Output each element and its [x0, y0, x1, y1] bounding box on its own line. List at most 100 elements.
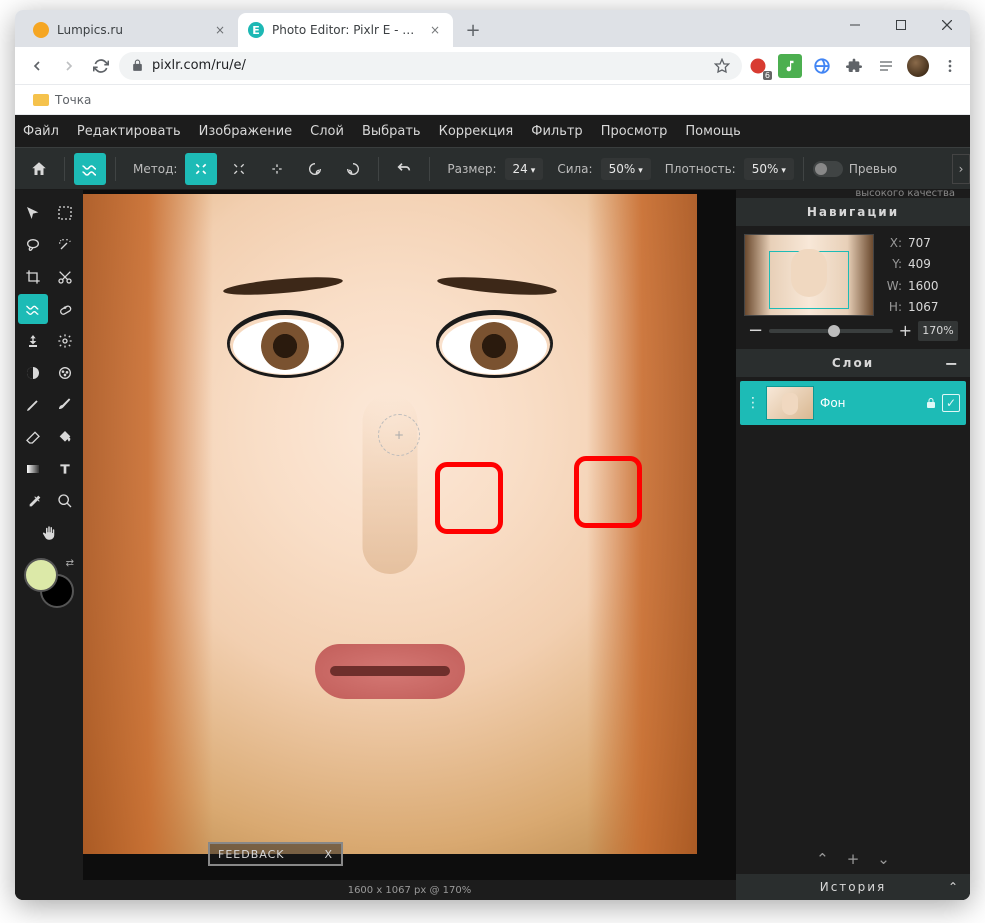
expand-icon[interactable]: ⌃ — [948, 880, 960, 894]
menu-file[interactable]: Файл — [23, 124, 59, 139]
tool-marquee[interactable] — [50, 198, 80, 228]
navigator-title: Навигации — [807, 205, 899, 219]
tool-hand[interactable] — [34, 518, 64, 548]
zoom-in-button[interactable]: + — [899, 321, 912, 340]
extension-globe-icon[interactable] — [810, 54, 834, 78]
tool-zoom[interactable] — [50, 486, 80, 516]
density-value[interactable]: 50% — [744, 158, 794, 180]
tool-dodge[interactable] — [18, 358, 48, 388]
undo-icon[interactable] — [388, 153, 420, 185]
visibility-icon[interactable]: ✓ — [942, 394, 960, 412]
tool-gradient[interactable] — [18, 454, 48, 484]
close-icon[interactable]: × — [212, 22, 228, 38]
size-value[interactable]: 24 — [505, 158, 544, 180]
tool-wand[interactable] — [50, 230, 80, 260]
chrome-menu-icon[interactable] — [938, 54, 962, 78]
layer-up-icon[interactable]: ⌃ — [816, 850, 829, 868]
preview-toggle[interactable] — [813, 161, 843, 177]
annotation-box-right — [574, 456, 642, 528]
profile-avatar[interactable] — [906, 54, 930, 78]
favicon-pixlr: E — [248, 22, 264, 38]
back-button[interactable] — [23, 52, 51, 80]
feedback-button[interactable]: FEEDBACK X — [208, 842, 343, 866]
close-window-button[interactable] — [924, 10, 970, 40]
swap-colors-icon[interactable]: ⇄ — [66, 558, 74, 569]
navigator-panel: X:707 Y:409 W:1600 H:1067 − + 170% — [736, 226, 970, 349]
extension-music-icon[interactable] — [778, 54, 802, 78]
tab-lumpics[interactable]: Lumpics.ru × — [23, 13, 238, 47]
tool-cut[interactable] — [50, 262, 80, 292]
tool-lasso[interactable] — [18, 230, 48, 260]
url-field[interactable]: pixlr.com/ru/e/ — [119, 52, 742, 80]
method-enlarge-icon[interactable] — [185, 153, 217, 185]
feedback-close[interactable]: X — [324, 848, 333, 861]
add-layer-icon[interactable]: + — [847, 850, 860, 868]
zoom-out-button[interactable]: − — [748, 320, 763, 341]
browser-titlebar: Lumpics.ru × E Photo Editor: Pixlr E - б… — [15, 10, 970, 47]
method-twirl-left-icon[interactable] — [337, 153, 369, 185]
lock-icon[interactable] — [922, 394, 940, 412]
menu-edit[interactable]: Редактировать — [77, 124, 181, 139]
coord-w: 1600 — [908, 279, 962, 293]
method-label: Метод: — [133, 162, 177, 176]
coord-h: 1067 — [908, 300, 962, 314]
liquify-tool-icon[interactable] — [74, 153, 106, 185]
tool-fill[interactable] — [50, 422, 80, 452]
extension-adblock-icon[interactable]: 6 — [746, 54, 770, 78]
annotation-box-left — [435, 462, 503, 534]
tool-pen[interactable] — [18, 390, 48, 420]
navigator-thumbnail[interactable] — [744, 234, 874, 316]
extensions-icon[interactable] — [842, 54, 866, 78]
pixlr-menubar: Файл Редактировать Изображение Слой Выбр… — [15, 115, 970, 147]
reading-list-icon[interactable] — [874, 54, 898, 78]
minimize-button[interactable] — [832, 10, 878, 40]
menu-select[interactable]: Выбрать — [362, 124, 421, 139]
tool-text[interactable] — [50, 454, 80, 484]
zoom-value[interactable]: 170% — [918, 321, 958, 341]
tool-crop[interactable] — [18, 262, 48, 292]
layer-down-icon[interactable]: ⌄ — [877, 850, 890, 868]
menu-view[interactable]: Просмотр — [601, 124, 668, 139]
canvas[interactable]: + FEEDBACK X — [83, 194, 736, 876]
tool-clone[interactable] — [18, 326, 48, 356]
tool-sponge[interactable] — [50, 358, 80, 388]
method-twirl-right-icon[interactable] — [299, 153, 331, 185]
menu-adjustment[interactable]: Коррекция — [439, 124, 514, 139]
method-shrink-icon[interactable] — [223, 153, 255, 185]
star-icon[interactable] — [714, 58, 730, 74]
tool-eyedropper[interactable] — [18, 486, 48, 516]
coord-y: 409 — [908, 257, 962, 271]
home-icon[interactable] — [23, 153, 55, 185]
drag-handle-icon[interactable]: ⋮ — [746, 395, 760, 411]
address-bar: pixlr.com/ru/e/ 6 — [15, 47, 970, 85]
new-tab-button[interactable]: + — [459, 16, 487, 44]
collapse-icon[interactable]: − — [945, 354, 960, 373]
bookmark-tochka[interactable]: Точка — [27, 90, 97, 110]
close-icon[interactable]: × — [427, 22, 443, 38]
strength-value[interactable]: 50% — [601, 158, 651, 180]
toolbar-more-button[interactable]: › — [952, 154, 970, 184]
foreground-color[interactable] — [24, 558, 58, 592]
ad-banner-text: высокого качества — [736, 190, 970, 198]
tool-liquify[interactable] — [18, 294, 48, 324]
menu-image[interactable]: Изображение — [199, 124, 292, 139]
method-pinch-icon[interactable] — [261, 153, 293, 185]
history-header[interactable]: История ⌃ — [736, 874, 970, 900]
tab-pixlr[interactable]: E Photo Editor: Pixlr E - бесплатн × — [238, 13, 453, 47]
layers-header: Слои − — [736, 349, 970, 377]
zoom-slider[interactable] — [769, 329, 893, 333]
favicon-lumpics — [33, 22, 49, 38]
tool-gear[interactable] — [50, 326, 80, 356]
reload-button[interactable] — [87, 52, 115, 80]
layer-thumbnail — [766, 386, 814, 420]
menu-filter[interactable]: Фильтр — [531, 124, 582, 139]
tool-eraser[interactable] — [18, 422, 48, 452]
menu-help[interactable]: Помощь — [685, 124, 740, 139]
color-wells[interactable]: ⇄ — [24, 558, 74, 608]
tool-move[interactable] — [18, 198, 48, 228]
layer-row[interactable]: ⋮ Фон ✓ — [740, 381, 966, 425]
tool-heal[interactable] — [50, 294, 80, 324]
menu-layer[interactable]: Слой — [310, 124, 344, 139]
tool-brush[interactable] — [50, 390, 80, 420]
maximize-button[interactable] — [878, 10, 924, 40]
